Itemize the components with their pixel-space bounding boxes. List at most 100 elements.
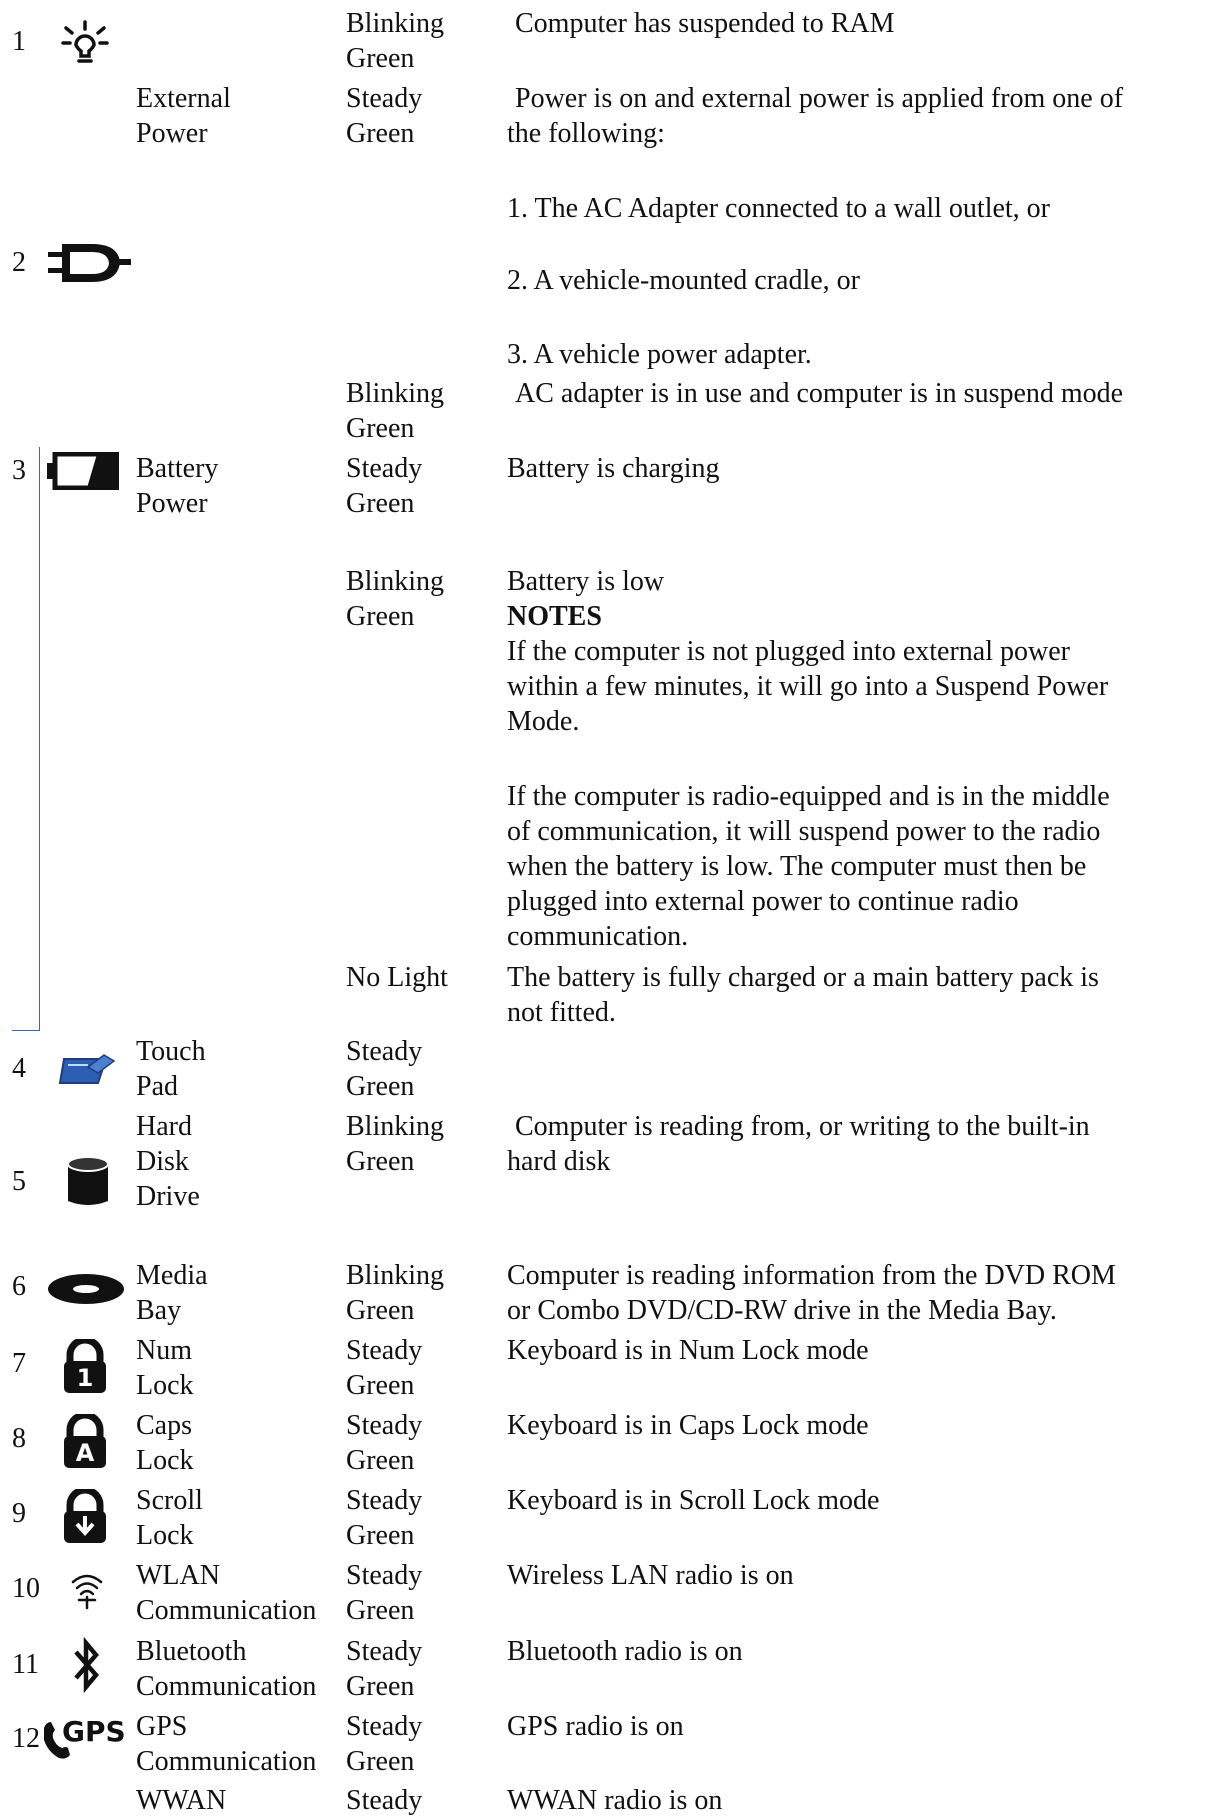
row-10-description: Wireless LAN radio is on xyxy=(507,1560,794,1591)
row-2-label-line-2: Power xyxy=(136,118,208,149)
row-5-description-line-2: hard disk xyxy=(507,1146,611,1177)
row-number-2: 2 xyxy=(12,247,26,278)
row-5-state-line-2: Green xyxy=(346,1146,415,1177)
note-line-2: within a few minutes, it will go into a … xyxy=(507,671,1109,702)
row-number-10: 10 xyxy=(12,1573,40,1604)
row-3-state-3-description-line-2: not fitted. xyxy=(507,997,616,1028)
row-11-label-line-1: Bluetooth xyxy=(136,1636,247,1667)
row-2-state-2-line-2: Green xyxy=(346,413,415,444)
row-9-description: Keyboard is in Scroll Lock mode xyxy=(507,1485,880,1516)
row-2-option-3: 3. A vehicle power adapter. xyxy=(507,339,812,370)
note-line-4: If the computer is radio-equipped and is… xyxy=(507,781,1110,812)
row-7-description: Keyboard is in Num Lock mode xyxy=(507,1335,869,1366)
row-12-label-line-1: GPS xyxy=(136,1711,188,1742)
row-number-5: 5 xyxy=(12,1166,26,1197)
row-3-state-2-line-1: Blinking xyxy=(346,566,445,597)
row-11-description: Bluetooth radio is on xyxy=(507,1636,743,1667)
row-8-label-line-1: Caps xyxy=(136,1410,192,1441)
note-line-7: plugged into external power to continue … xyxy=(507,886,1019,917)
row-3-state-1-line-1: Steady xyxy=(346,453,423,484)
row-5-label-line-3: Drive xyxy=(136,1181,200,1212)
row-number-6: 6 xyxy=(12,1271,26,1302)
row-number-12: 12 xyxy=(12,1723,40,1754)
row-number-11: 11 xyxy=(12,1649,39,1680)
row-2-state-1-line-1: Steady xyxy=(346,83,423,114)
row-7-state-line-1: Steady xyxy=(346,1335,423,1366)
row-12-description: GPS radio is on xyxy=(507,1711,684,1742)
row-5-label-line-1: Hard xyxy=(136,1111,192,1142)
row-3-label-line-1: Battery xyxy=(136,453,219,484)
num-lock-icon: 1 xyxy=(64,1339,106,1393)
bluetooth-icon xyxy=(74,1637,99,1693)
row-5-label-line-2: Disk xyxy=(136,1146,189,1177)
row-3-state-2-description: Battery is low xyxy=(507,566,665,597)
svg-text:A: A xyxy=(76,1439,95,1467)
row-12-state-line-2: Green xyxy=(346,1746,415,1777)
row-13-description: WWAN radio is on xyxy=(507,1785,723,1816)
row-8-state-line-1: Steady xyxy=(346,1410,423,1441)
row-7-label-line-1: Num xyxy=(136,1335,192,1366)
row-4-label-line-1: Touch xyxy=(136,1036,206,1067)
row-5-state-line-1: Blinking xyxy=(346,1111,445,1142)
row-2-description-line-2: the following: xyxy=(507,118,665,149)
row-11-label-line-2: Communication xyxy=(136,1671,317,1702)
row-6-label-line-1: Media xyxy=(136,1260,208,1291)
row-8-description: Keyboard is in Caps Lock mode xyxy=(507,1410,869,1441)
row-9-state-line-2: Green xyxy=(346,1520,415,1551)
row-10-state-line-1: Steady xyxy=(346,1560,423,1591)
row-number-7: 7 xyxy=(12,1348,26,1379)
row-2-state-2-line-1: Blinking xyxy=(346,378,445,409)
row-number-4: 4 xyxy=(12,1053,26,1084)
svg-text:GPS: GPS xyxy=(62,1715,126,1748)
row-number-8: 8 xyxy=(12,1423,26,1454)
row-2-label-line-1: External xyxy=(136,83,231,114)
caps-lock-icon: A xyxy=(64,1414,106,1468)
row-12-label-line-2: Communication xyxy=(136,1746,317,1777)
row-1-state-1-line-2: Green xyxy=(346,43,415,74)
row-11-state-line-2: Green xyxy=(346,1671,415,1702)
row-6-label-line-2: Bay xyxy=(136,1295,182,1326)
row-9-state-line-1: Steady xyxy=(346,1485,423,1516)
row-2-state-1-line-2: Green xyxy=(346,118,415,149)
row-number-1: 1 xyxy=(12,26,26,57)
hard-disk-icon xyxy=(67,1156,109,1205)
scroll-lock-icon xyxy=(64,1489,106,1543)
row-3-state-1-description: Battery is charging xyxy=(507,453,720,484)
row-3-label-line-2: Power xyxy=(136,488,208,519)
note-line-8: communication. xyxy=(507,921,689,952)
row-10-state-line-2: Green xyxy=(346,1595,415,1626)
row-10-label-line-2: Communication xyxy=(136,1595,317,1626)
row-6-description-line-1: Computer is reading information from the… xyxy=(507,1260,1116,1291)
gps-icon: GPS xyxy=(44,1715,126,1759)
wlan-icon xyxy=(71,1574,103,1610)
row-number-9: 9 xyxy=(12,1498,26,1529)
row-2-description-line-1: Power is on and external power is applie… xyxy=(515,83,1124,114)
row-1-state-1-line-1: Blinking xyxy=(346,8,445,39)
row-12-state-line-1: Steady xyxy=(346,1711,423,1742)
row-2-state-2-description: AC adapter is in use and computer is in … xyxy=(515,378,1124,409)
note-line-3: Mode. xyxy=(507,706,580,737)
row-6-description-line-2: or Combo DVD/CD-RW drive in the Media Ba… xyxy=(507,1295,1057,1326)
row-4-state-line-2: Green xyxy=(346,1071,415,1102)
row-1-description: Computer has suspended to RAM xyxy=(515,8,895,39)
svg-text:1: 1 xyxy=(77,1364,94,1392)
notes-heading: NOTES xyxy=(507,601,602,632)
row-8-label-line-2: Lock xyxy=(136,1445,194,1476)
note-line-6: when the battery is low. The computer mu… xyxy=(507,851,1087,882)
plug-icon xyxy=(48,244,131,282)
row-3-state-3-description-line-1: The battery is fully charged or a main b… xyxy=(507,962,1099,993)
row-9-label-line-1: Scroll xyxy=(136,1485,203,1516)
row-bracket xyxy=(12,447,40,1031)
row-4-state-line-1: Steady xyxy=(346,1036,423,1067)
row-6-state-line-1: Blinking xyxy=(346,1260,445,1291)
touchpad-icon xyxy=(58,1054,116,1084)
note-line-5: of communication, it will suspend power … xyxy=(507,816,1101,847)
row-6-state-line-2: Green xyxy=(346,1295,415,1326)
row-3-state-3: No Light xyxy=(346,962,448,993)
row-13-label: WWAN xyxy=(136,1785,227,1816)
note-line-1: If the computer is not plugged into exte… xyxy=(507,636,1070,667)
row-13-state: Steady xyxy=(346,1785,423,1816)
battery-icon xyxy=(47,452,119,490)
row-5-description-line-1: Computer is reading from, or writing to … xyxy=(515,1111,1090,1142)
row-7-label-line-2: Lock xyxy=(136,1370,194,1401)
